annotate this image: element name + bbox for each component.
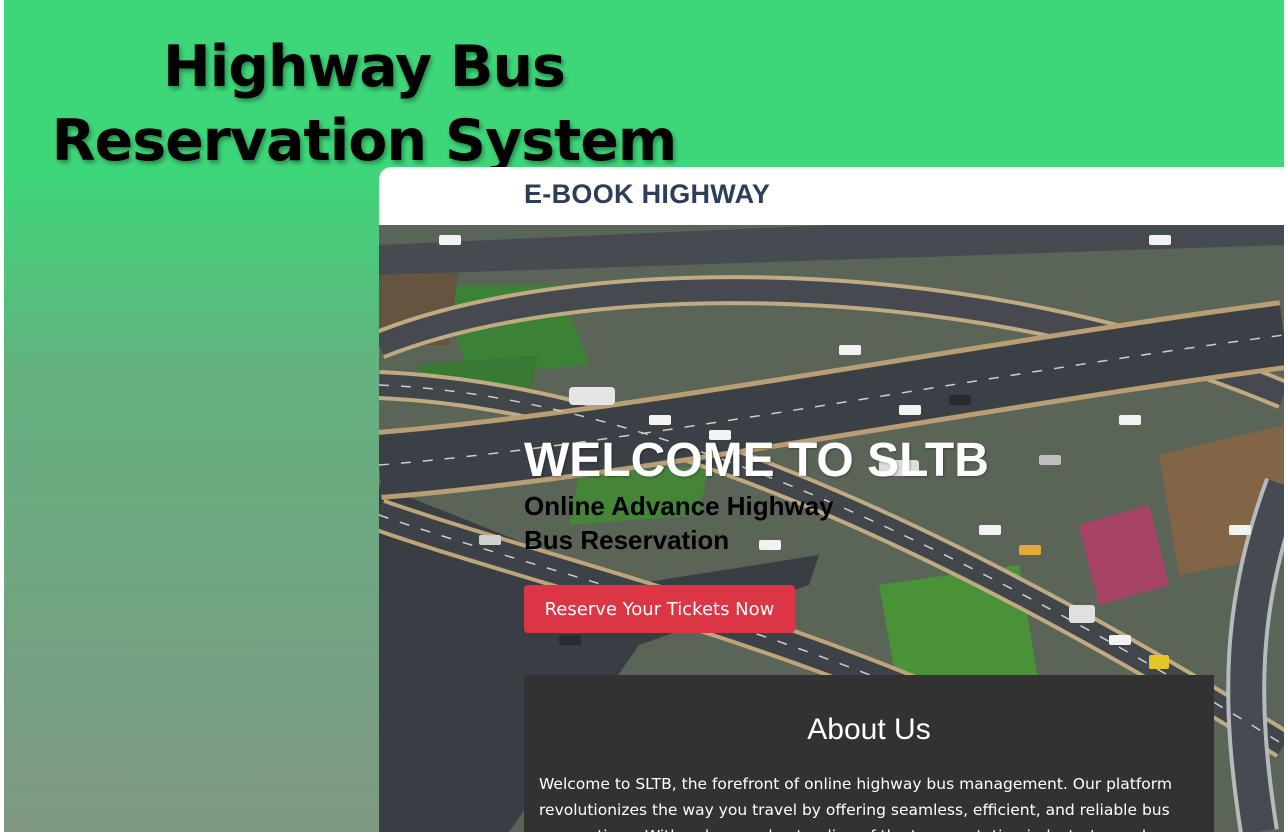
reserve-tickets-button[interactable]: Reserve Your Tickets Now — [524, 585, 795, 633]
about-us-text: Welcome to SLTB, the forefront of online… — [539, 775, 1186, 832]
slide-title: Highway Bus Reservation System — [51, 34, 678, 174]
website-screenshot: E-BOOK HIGHWAY WELCOME TO SLTB Online Ad… — [379, 167, 1284, 832]
hero-title: WELCOME TO SLTB — [524, 434, 989, 487]
presentation-slide: Highway Bus Reservation System E-BOOK HI… — [4, 0, 1284, 832]
navbar: E-BOOK HIGHWAY — [379, 167, 1284, 225]
hero-subtitle: Online Advance Highway Bus Reservation — [524, 491, 834, 555]
about-us-section: About Us Welcome to SLTB, the forefront … — [524, 675, 1214, 832]
brand-logo-text[interactable]: E-BOOK HIGHWAY — [524, 179, 770, 210]
hero-section: WELCOME TO SLTB Online Advance Highway B… — [379, 225, 1284, 832]
about-us-heading: About Us — [807, 713, 931, 746]
